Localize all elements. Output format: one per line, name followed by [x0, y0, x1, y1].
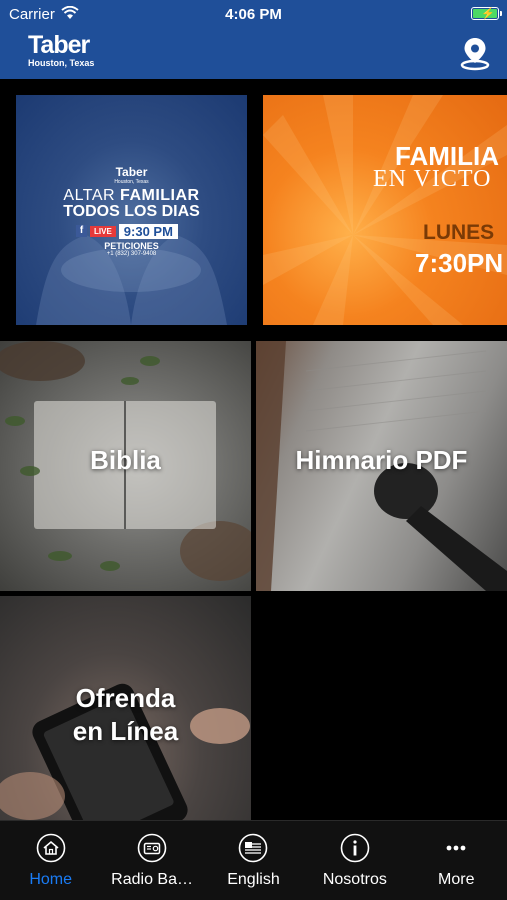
- familia-day: LUNES: [423, 221, 495, 244]
- tab-more-label: More: [438, 871, 475, 888]
- radio-icon: [137, 833, 167, 863]
- us-flag-icon: [239, 833, 268, 863]
- ofrenda-label-line1: Ofrenda: [75, 683, 176, 713]
- sunburst-pattern: [263, 95, 507, 325]
- battery-icon: ⚡: [471, 7, 502, 20]
- tab-home[interactable]: Home: [0, 821, 101, 900]
- app-header: Carrier 4:06 PM ⚡ Taber Houston, Texas: [0, 0, 507, 79]
- logo-subtext: Houston, Texas: [28, 58, 95, 68]
- altar-familiar-tile[interactable]: Taber Houston, Texas ALTAR FAMILIAR TODO…: [16, 95, 247, 325]
- live-badge: LIVE: [90, 225, 116, 237]
- tab-more[interactable]: More: [406, 821, 507, 900]
- familia-time: 7:30PN: [415, 248, 504, 278]
- familia-victoria-tile[interactable]: FAMILIA EN VICTO LUNES 7:30PN: [263, 95, 507, 325]
- biblia-tile[interactable]: Biblia: [0, 341, 251, 591]
- ofrenda-label-line2: en Línea: [72, 716, 179, 746]
- familia-subtitle: EN VICTO: [373, 166, 492, 192]
- status-bar: Carrier 4:06 PM ⚡: [0, 0, 507, 28]
- altar-phone: +1 (832) 307-9408: [106, 251, 157, 257]
- altar-logo: Taber Houston, Texas: [114, 165, 149, 185]
- altar-live-row: f LIVE 9:30 PM: [76, 223, 178, 239]
- map-pin-icon[interactable]: [457, 35, 493, 71]
- tab-bar: Home Radio Ba… English Nosotros More: [0, 820, 507, 900]
- app-logo: Taber Houston, Texas: [28, 31, 95, 69]
- himnario-tile[interactable]: Himnario PDF: [256, 341, 507, 591]
- tab-english-label: English: [227, 871, 280, 888]
- tab-english[interactable]: English: [203, 821, 304, 900]
- altar-line2: TODOS LOS DIAS: [63, 203, 200, 220]
- info-icon: [340, 833, 370, 863]
- himnario-label: Himnario PDF: [295, 445, 468, 475]
- status-time: 4:06 PM: [225, 6, 282, 23]
- tab-nosotros[interactable]: Nosotros: [304, 821, 405, 900]
- tab-nosotros-label: Nosotros: [322, 871, 387, 888]
- more-icon: [446, 845, 466, 851]
- ofrenda-tile[interactable]: Ofrenda en Línea: [0, 596, 251, 820]
- tab-radio[interactable]: Radio Ba…: [101, 821, 202, 900]
- home-icon: [36, 833, 65, 863]
- tab-home-label: Home: [29, 871, 73, 888]
- logo-text: Taber: [28, 31, 90, 59]
- biblia-label: Biblia: [90, 445, 161, 475]
- altar-time: 9:30 PM: [118, 223, 178, 239]
- tab-radio-label: Radio Ba…: [111, 871, 193, 888]
- facebook-icon: f: [76, 225, 87, 237]
- altar-peticiones: PETICIONES: [104, 241, 159, 251]
